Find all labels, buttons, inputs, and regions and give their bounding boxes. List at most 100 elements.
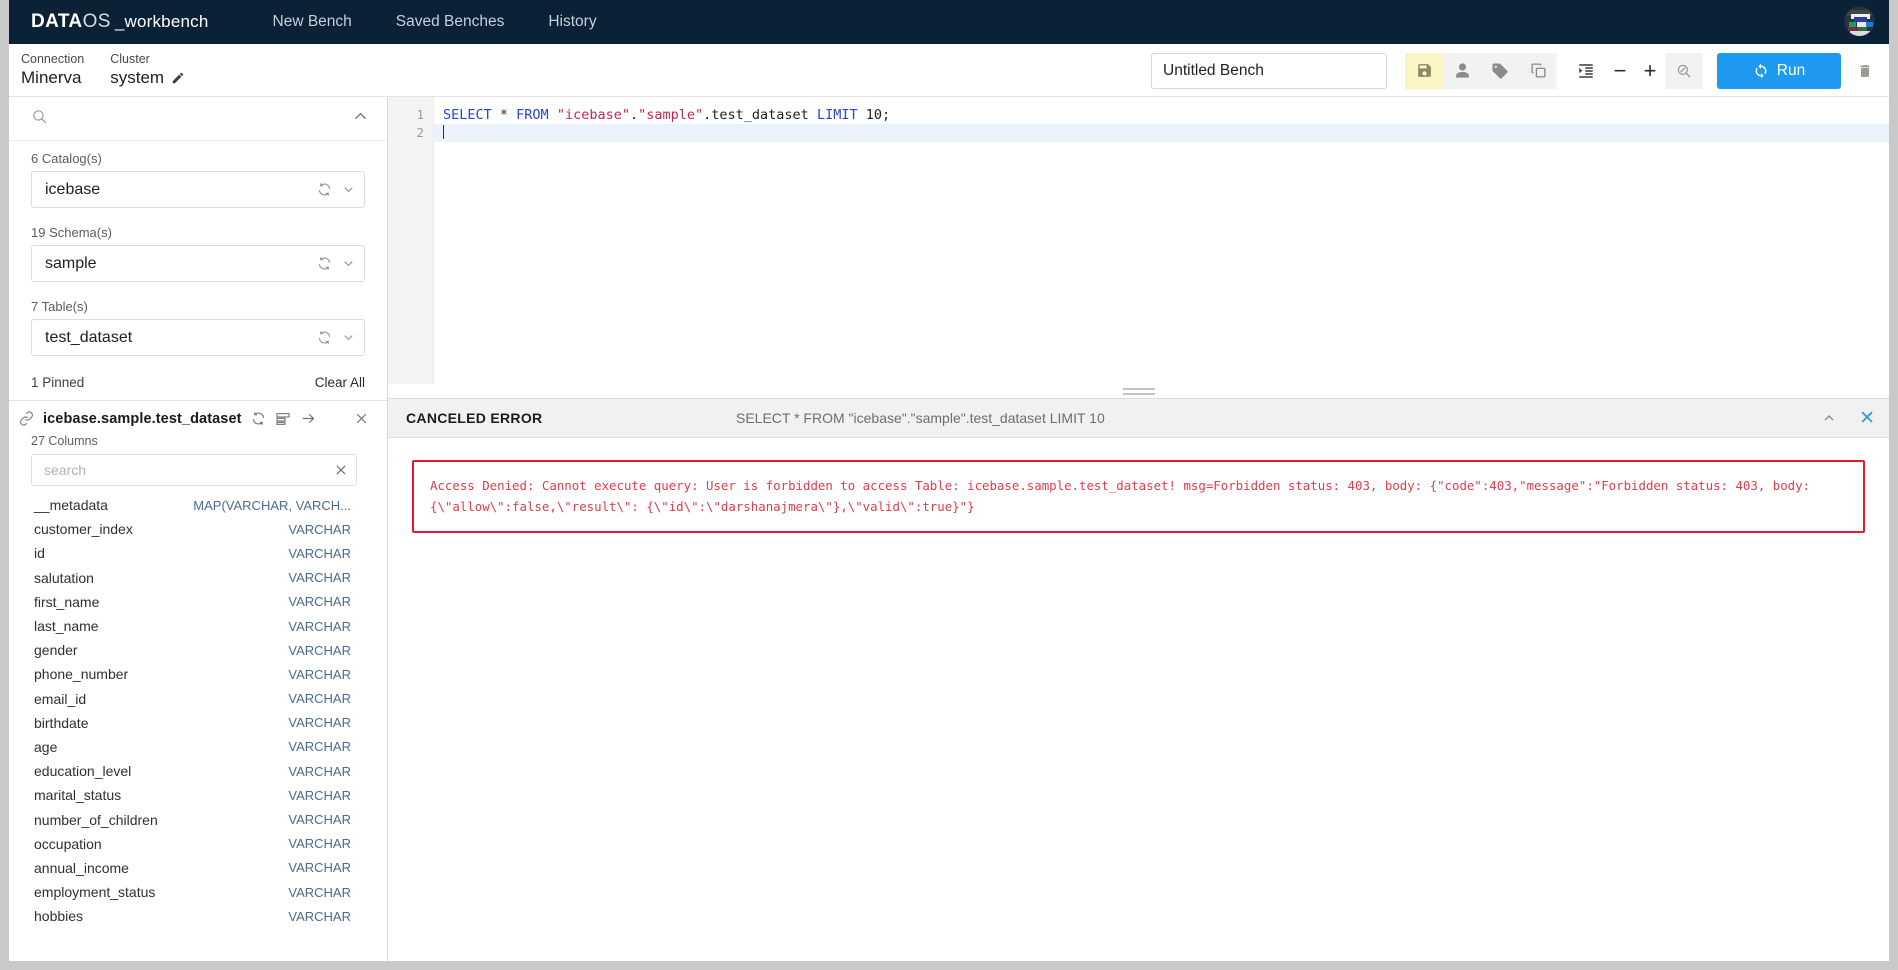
connection-value: Minerva [21, 68, 82, 87]
pinned-table-name: icebase.sample.test_dataset [43, 410, 242, 427]
tag-button[interactable] [1481, 52, 1519, 89]
error-message: Access Denied: Cannot execute query: Use… [430, 478, 1811, 514]
column-row[interactable]: marital_status VARCHAR [9, 783, 387, 807]
user-avatar[interactable] [1844, 6, 1875, 37]
column-search-input[interactable] [44, 462, 334, 478]
column-search-clear-icon[interactable] [334, 463, 348, 477]
catalog-refresh-icon[interactable] [317, 182, 332, 197]
pinned-table-preview-icon[interactable] [275, 411, 291, 427]
column-type: VARCHAR [288, 594, 351, 610]
close-icon [356, 413, 367, 424]
catalog-chevron-down-icon[interactable] [341, 182, 356, 197]
column-type: VARCHAR [288, 715, 351, 731]
editor-code-area[interactable]: SELECT * FROM "icebase"."sample".test_da… [434, 97, 1889, 384]
share-user-button[interactable] [1443, 52, 1481, 89]
column-row[interactable]: gender VARCHAR [9, 638, 387, 662]
status-badge: CANCELED ERROR [406, 410, 543, 426]
nav-link-history[interactable]: History [526, 0, 618, 44]
catalog-value: icebase [45, 180, 101, 198]
pinned-table-open-icon[interactable] [300, 410, 317, 427]
table-select[interactable]: test_dataset [31, 319, 365, 356]
code-line-1[interactable]: SELECT * FROM "icebase"."sample".test_da… [434, 106, 1889, 124]
column-type: VARCHAR [288, 812, 351, 828]
column-row[interactable]: age VARCHAR [9, 735, 387, 759]
results-close-button[interactable]: ✕ [1859, 407, 1875, 430]
table-chevron-down-icon[interactable] [341, 330, 356, 345]
column-row[interactable]: salutation VARCHAR [9, 566, 387, 590]
line-number: 2 [416, 125, 424, 140]
pin-link-icon[interactable] [19, 411, 34, 426]
column-name: hobbies [34, 908, 84, 925]
workspace: 6 Catalog(s) icebase 19 Schema(s) sample [9, 97, 1889, 961]
nav-link-saved-benches[interactable]: Saved Benches [374, 0, 527, 44]
nav-link-new-bench[interactable]: New Bench [251, 0, 374, 44]
column-row[interactable]: employment_status VARCHAR [9, 880, 387, 904]
sql-token: "sample" [638, 107, 704, 123]
pinned-table-close-icon[interactable] [354, 411, 369, 426]
column-name: email_id [34, 690, 87, 707]
sidebar-search-row[interactable] [9, 97, 387, 141]
clear-all-button[interactable]: Clear All [315, 375, 365, 390]
schema-chevron-down-icon[interactable] [341, 256, 356, 271]
zoom-in-button[interactable]: + [1635, 53, 1665, 89]
brand-logo[interactable]: DATA OS _workbench [31, 11, 209, 33]
text-caret [443, 125, 444, 139]
column-row[interactable]: email_id VARCHAR [9, 687, 387, 711]
column-row[interactable]: number_of_children VARCHAR [9, 807, 387, 831]
copy-button[interactable] [1519, 52, 1557, 89]
column-search-box[interactable] [31, 454, 357, 486]
column-row[interactable]: first_name VARCHAR [9, 590, 387, 614]
search-icon[interactable] [31, 108, 48, 130]
close-icon [336, 465, 346, 475]
column-row[interactable]: hobbies VARCHAR [9, 904, 387, 928]
pencil-icon[interactable] [171, 71, 185, 85]
column-row[interactable]: id VARCHAR [9, 541, 387, 565]
results-header-actions: ✕ [1821, 407, 1875, 430]
save-button[interactable] [1405, 52, 1443, 89]
search-off-button[interactable] [1665, 52, 1703, 89]
column-row[interactable]: customer_index VARCHAR [9, 517, 387, 541]
column-name: employment_status [34, 884, 156, 901]
column-name: occupation [34, 835, 102, 852]
delete-bench-button[interactable] [1841, 53, 1889, 89]
column-type: VARCHAR [288, 739, 351, 755]
results-collapse-button[interactable] [1821, 410, 1837, 426]
format-query-button[interactable] [1567, 53, 1605, 89]
column-row[interactable]: annual_income VARCHAR [9, 856, 387, 880]
schema-value: sample [45, 254, 97, 272]
table-refresh-icon[interactable] [317, 330, 332, 345]
column-row[interactable]: phone_number VARCHAR [9, 662, 387, 686]
save-icon [1417, 64, 1431, 77]
catalog-select[interactable]: icebase [31, 171, 365, 208]
column-row[interactable]: education_level VARCHAR [9, 759, 387, 783]
column-type: VARCHAR [288, 860, 351, 876]
column-row[interactable]: birthdate VARCHAR [9, 711, 387, 735]
column-row[interactable]: occupation VARCHAR [9, 832, 387, 856]
run-button[interactable]: Run [1717, 52, 1841, 89]
column-type: VARCHAR [288, 642, 351, 658]
column-name: education_level [34, 763, 132, 780]
cluster-value: system [110, 68, 165, 87]
editor-results-splitter[interactable] [388, 384, 1889, 398]
cluster-value-row: system [110, 67, 185, 89]
sidebar-collapse-button[interactable] [352, 108, 369, 130]
table-count-label: 7 Table(s) [31, 299, 88, 314]
code-line-2[interactable] [434, 124, 1889, 142]
sql-token: . [629, 107, 639, 123]
pinned-table-refresh-icon[interactable] [251, 411, 266, 426]
column-type: VARCHAR [288, 787, 351, 803]
pinned-table-header: icebase.sample.test_dataset [19, 410, 369, 427]
sql-editor[interactable]: 1 2 SELECT * FROM "icebase"."sample".tes… [388, 97, 1889, 384]
schema-refresh-icon[interactable] [317, 256, 332, 271]
bench-name-input[interactable] [1151, 52, 1387, 89]
refresh-icon [1755, 63, 1767, 78]
column-row[interactable]: last_name VARCHAR [9, 614, 387, 638]
sql-token: ; [881, 107, 891, 123]
run-button-label: Run [1776, 61, 1806, 79]
copy-icon [1530, 63, 1546, 78]
zoom-out-button[interactable]: − [1605, 53, 1635, 89]
top-navbar: DATA OS _workbench New Bench Saved Benche… [9, 0, 1889, 44]
schema-select[interactable]: sample [31, 245, 365, 282]
column-list[interactable]: __metadata MAP(VARCHAR, VARCH... customer… [9, 491, 387, 961]
column-row[interactable]: __metadata MAP(VARCHAR, VARCH... [9, 493, 387, 517]
